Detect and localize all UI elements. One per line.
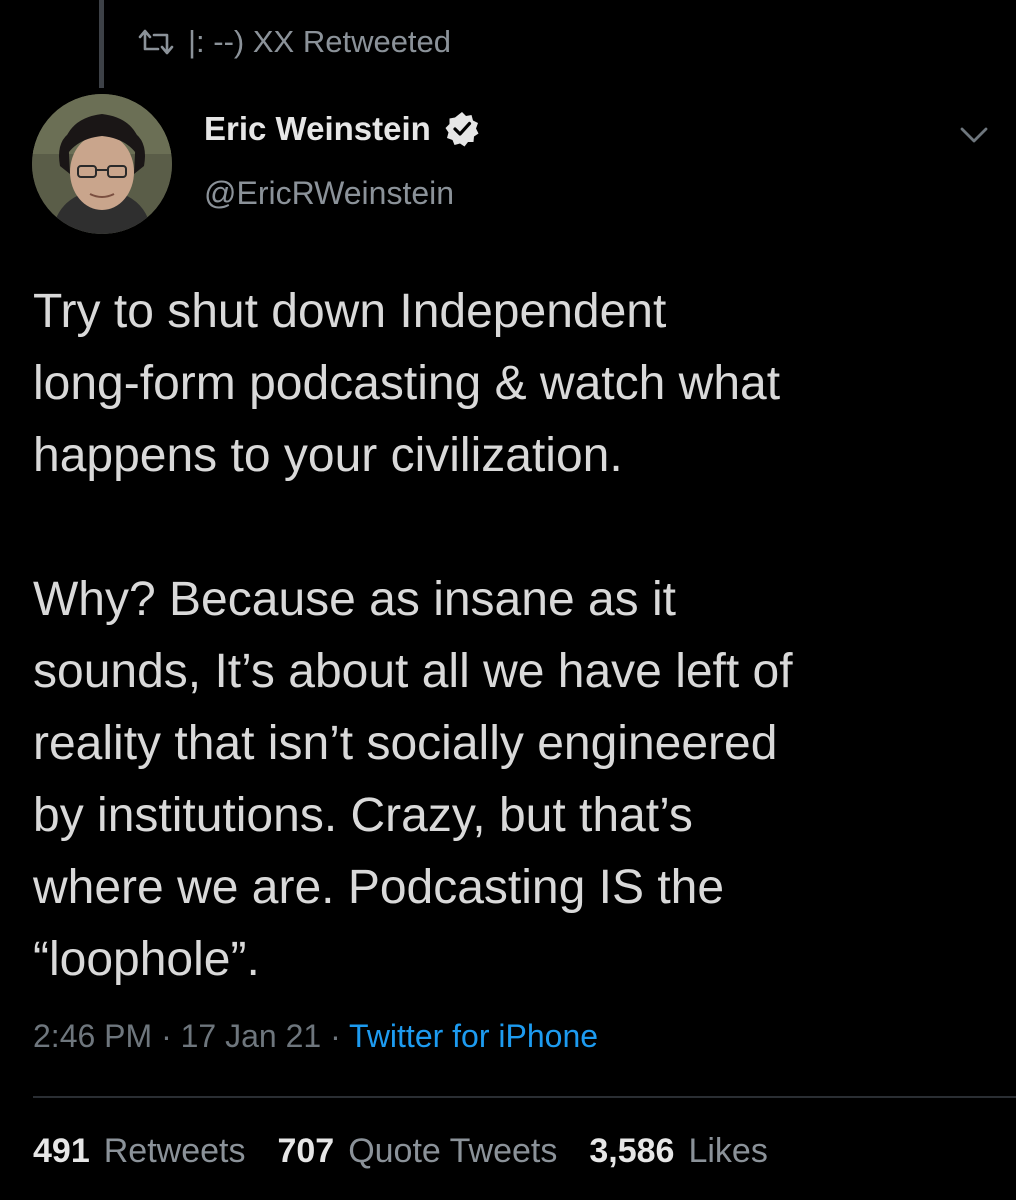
meta-separator: · (161, 1018, 172, 1054)
author-name-text: Eric Weinstein (204, 110, 431, 147)
author-name[interactable]: Eric Weinstein (204, 110, 481, 148)
retweet-context[interactable]: |: --) XX Retweeted (138, 20, 451, 64)
tweet-text: Try to shut down Independent long-form p… (33, 285, 793, 986)
retweets-label: Retweets (103, 1132, 246, 1170)
tweet-date[interactable]: 17 Jan 21 (181, 1018, 322, 1054)
avatar[interactable] (32, 94, 172, 234)
chevron-down-icon[interactable] (954, 114, 994, 154)
retweets-stat[interactable]: 491 Retweets (33, 1132, 245, 1171)
retweets-count: 491 (33, 1132, 90, 1170)
tweet-source-link[interactable]: Twitter for iPhone (349, 1018, 598, 1054)
author-handle[interactable]: @EricRWeinstein (204, 175, 454, 212)
quote-tweets-label: Quote Tweets (348, 1132, 558, 1170)
likes-label: Likes (688, 1132, 768, 1170)
tweet-time[interactable]: 2:46 PM (33, 1018, 152, 1054)
retweet-icon (138, 28, 174, 56)
quote-tweets-count: 707 (277, 1132, 335, 1170)
likes-count: 3,586 (589, 1132, 675, 1170)
divider (33, 1096, 1016, 1098)
tweet-stats: 491 Retweets 707 Quote Tweets 3,586 Likes (33, 1132, 800, 1171)
quote-tweets-stat[interactable]: 707 Quote Tweets (277, 1132, 557, 1171)
tweet-meta: 2:46 PM · 17 Jan 21 · Twitter for iPhone (33, 1018, 598, 1055)
likes-stat[interactable]: 3,586 Likes (589, 1132, 767, 1171)
verified-badge-icon (443, 110, 481, 148)
retweet-label: |: --) XX Retweeted (188, 24, 452, 59)
meta-separator: · (330, 1018, 341, 1054)
thread-connector-line (99, 0, 104, 88)
